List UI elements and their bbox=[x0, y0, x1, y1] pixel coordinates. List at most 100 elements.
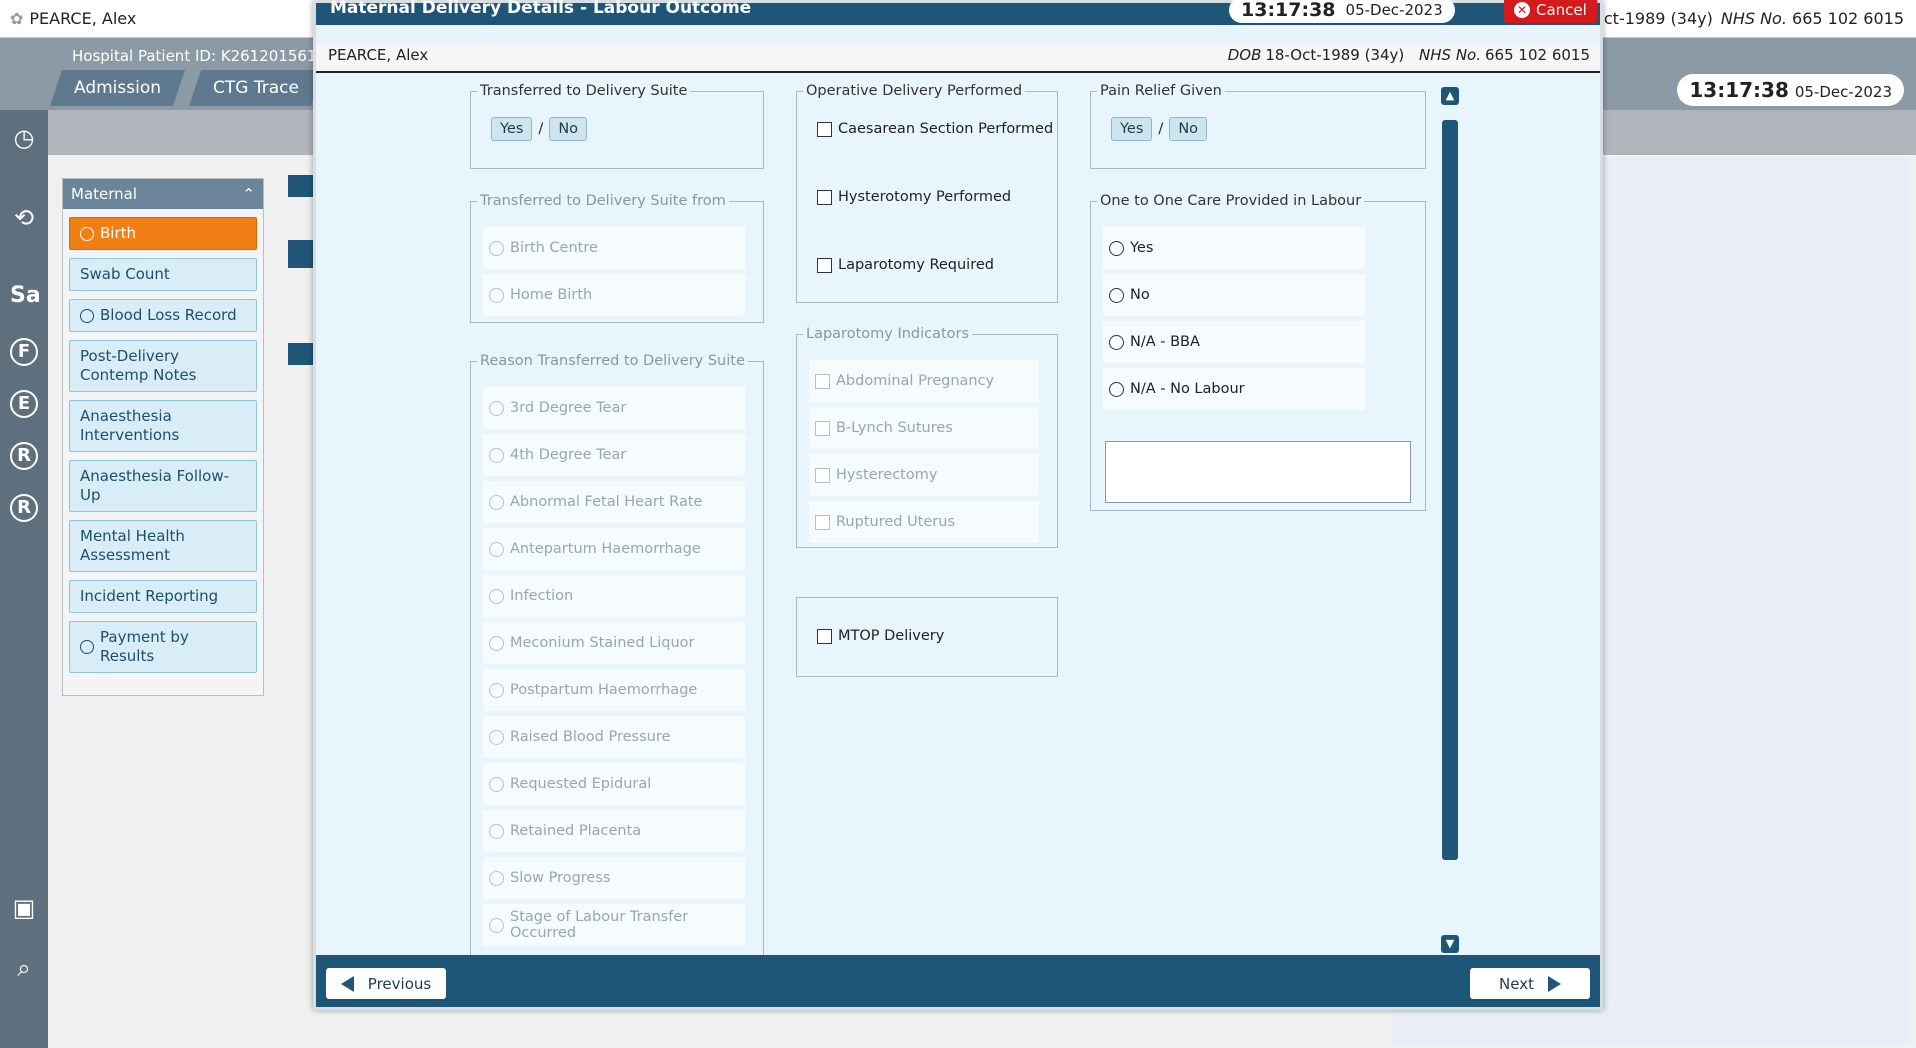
option-label: 3rd Degree Tear bbox=[510, 400, 627, 416]
reason-option[interactable]: Requested Epidural bbox=[483, 763, 745, 805]
operative-checkbox-row[interactable]: Hysterotomy Performed bbox=[817, 189, 1011, 205]
mtop-checkbox-row[interactable]: MTOP Delivery bbox=[817, 628, 944, 644]
reason-option[interactable]: Antepartum Haemorrhage bbox=[483, 528, 745, 570]
maternal-header[interactable]: Maternal ⌃ bbox=[63, 179, 263, 209]
radio-button[interactable] bbox=[489, 870, 504, 886]
pain-relief-no-button[interactable]: No bbox=[1169, 117, 1208, 141]
scroll-down-icon[interactable]: ▼ bbox=[1441, 935, 1459, 953]
hospital-id: Hospital Patient ID: K261201561, bbox=[72, 47, 322, 65]
reason-option[interactable]: 3rd Degree Tear bbox=[483, 387, 745, 429]
scroll-thumb[interactable] bbox=[1442, 120, 1458, 860]
radio-button[interactable] bbox=[489, 823, 504, 839]
radio-button[interactable] bbox=[489, 400, 504, 416]
operative-checkbox-row[interactable]: Laparotomy Required bbox=[817, 257, 994, 273]
rail-e[interactable]: E bbox=[10, 390, 38, 418]
operative-checkbox-row[interactable]: Caesarean Section Performed bbox=[817, 121, 1053, 137]
maternal-item[interactable]: Payment by Results bbox=[69, 621, 257, 673]
tab-ctg-trace[interactable]: CTG Trace bbox=[189, 70, 323, 106]
laparotomy-checkbox-row[interactable]: Ruptured Uterus bbox=[809, 501, 1039, 543]
search-icon[interactable]: ⌕ bbox=[6, 950, 42, 986]
presentation-icon[interactable]: ▣ bbox=[6, 890, 42, 926]
rail-sa[interactable]: Sa bbox=[10, 284, 41, 312]
rail-f[interactable]: F bbox=[10, 338, 38, 366]
tab-admission[interactable]: Admission bbox=[50, 70, 185, 106]
one-to-one-option[interactable]: Yes bbox=[1103, 227, 1365, 269]
one-to-one-comment-field[interactable] bbox=[1105, 441, 1411, 503]
option-label: N/A - BBA bbox=[1130, 334, 1200, 350]
bg-patient-name: ✿ PEARCE, Alex bbox=[10, 9, 137, 28]
radio-button[interactable] bbox=[489, 287, 504, 303]
cancel-button[interactable]: ✕ Cancel bbox=[1504, 0, 1597, 23]
radio-button[interactable] bbox=[1109, 334, 1124, 350]
reason-option[interactable]: Retained Placenta bbox=[483, 810, 745, 852]
mtop-checkbox[interactable] bbox=[817, 628, 832, 644]
one-to-one-option[interactable]: No bbox=[1103, 274, 1365, 316]
checkbox[interactable] bbox=[815, 420, 830, 436]
maternal-item[interactable]: Mental Health Assessment bbox=[69, 520, 257, 572]
rail-r2[interactable]: R bbox=[10, 494, 38, 522]
checkbox[interactable] bbox=[815, 467, 830, 483]
reason-option[interactable]: Postpartum Haemorrhage bbox=[483, 669, 745, 711]
maternal-item-label: Payment by Results bbox=[100, 628, 189, 665]
maternal-item[interactable]: Blood Loss Record bbox=[69, 299, 257, 332]
radio-button[interactable] bbox=[489, 682, 504, 698]
flower-icon: ✿ bbox=[10, 9, 24, 28]
laparotomy-checkbox-row[interactable]: Abdominal Pregnancy bbox=[809, 360, 1039, 402]
modal-scrollbar[interactable]: ▲ ▼ bbox=[1441, 87, 1459, 955]
rail-r1[interactable]: R bbox=[10, 442, 38, 470]
maternal-item[interactable]: Anaesthesia Interventions bbox=[69, 400, 257, 452]
reason-option[interactable]: Raised Blood Pressure bbox=[483, 716, 745, 758]
radio-button[interactable] bbox=[489, 494, 504, 510]
transferred-from-option[interactable]: Birth Centre bbox=[483, 227, 745, 269]
operative-group: Operative Delivery Performed Caesarean S… bbox=[796, 83, 1058, 303]
status-circle-icon bbox=[80, 308, 94, 323]
radio-button[interactable] bbox=[489, 447, 504, 463]
maternal-item[interactable]: Post-Delivery Contemp Notes bbox=[69, 340, 257, 392]
checkbox[interactable] bbox=[815, 514, 830, 530]
pain-relief-yes-button[interactable]: Yes bbox=[1111, 117, 1153, 141]
reason-option[interactable]: 4th Degree Tear bbox=[483, 434, 745, 476]
one-to-one-option[interactable]: N/A - BBA bbox=[1103, 321, 1365, 363]
radio-button[interactable] bbox=[1109, 381, 1124, 397]
reason-option[interactable]: Meconium Stained Liquor bbox=[483, 622, 745, 664]
maternal-item[interactable]: Incident Reporting bbox=[69, 580, 257, 613]
history-icon[interactable]: ⟲ bbox=[6, 200, 42, 236]
radio-button[interactable] bbox=[489, 917, 504, 933]
checkbox-label: Hysterectomy bbox=[836, 467, 938, 483]
radio-button[interactable] bbox=[1109, 287, 1124, 303]
one-to-one-option[interactable]: N/A - No Labour bbox=[1103, 368, 1365, 410]
bg-strip bbox=[288, 175, 314, 197]
scroll-up-icon[interactable]: ▲ bbox=[1441, 87, 1459, 105]
reason-option[interactable]: Abnormal Fetal Heart Rate bbox=[483, 481, 745, 523]
checkbox[interactable] bbox=[815, 373, 830, 389]
radio-button[interactable] bbox=[489, 588, 504, 604]
clock-icon[interactable]: ◷ bbox=[6, 120, 42, 156]
maternal-item[interactable]: Swab Count bbox=[69, 258, 257, 291]
checkbox[interactable] bbox=[817, 121, 832, 137]
next-button[interactable]: Next bbox=[1470, 968, 1590, 999]
reason-option[interactable]: Slow Progress bbox=[483, 857, 745, 899]
transferred-no-button[interactable]: No bbox=[549, 117, 588, 141]
transferred-yes-button[interactable]: Yes bbox=[491, 117, 533, 141]
radio-button[interactable] bbox=[1109, 240, 1124, 256]
checkbox[interactable] bbox=[817, 189, 832, 205]
download-icon[interactable]: ⤓ bbox=[1429, 0, 1438, 21]
chevron-up-icon[interactable]: ⌃ bbox=[242, 185, 255, 203]
radio-button[interactable] bbox=[489, 729, 504, 745]
laparotomy-checkbox-row[interactable]: B-Lynch Sutures bbox=[809, 407, 1039, 449]
previous-button[interactable]: Previous bbox=[326, 968, 446, 999]
maternal-item[interactable]: Anaesthesia Follow-Up bbox=[69, 460, 257, 512]
reason-option[interactable]: Stage of Labour Transfer Occurred bbox=[483, 904, 745, 946]
checkbox-label: B-Lynch Sutures bbox=[836, 420, 953, 436]
radio-button[interactable] bbox=[489, 240, 504, 256]
reason-option[interactable]: Infection bbox=[483, 575, 745, 617]
radio-button[interactable] bbox=[489, 776, 504, 792]
left-rail: ◷ ⟲ Sa F E R R ▣ ⌕ bbox=[0, 110, 48, 1048]
checkbox[interactable] bbox=[817, 257, 832, 273]
modal-patient-name: PEARCE, Alex bbox=[328, 46, 429, 64]
transferred-from-option[interactable]: Home Birth bbox=[483, 274, 745, 316]
laparotomy-checkbox-row[interactable]: Hysterectomy bbox=[809, 454, 1039, 496]
radio-button[interactable] bbox=[489, 635, 504, 651]
maternal-item[interactable]: Birth bbox=[69, 217, 257, 250]
radio-button[interactable] bbox=[489, 541, 504, 557]
